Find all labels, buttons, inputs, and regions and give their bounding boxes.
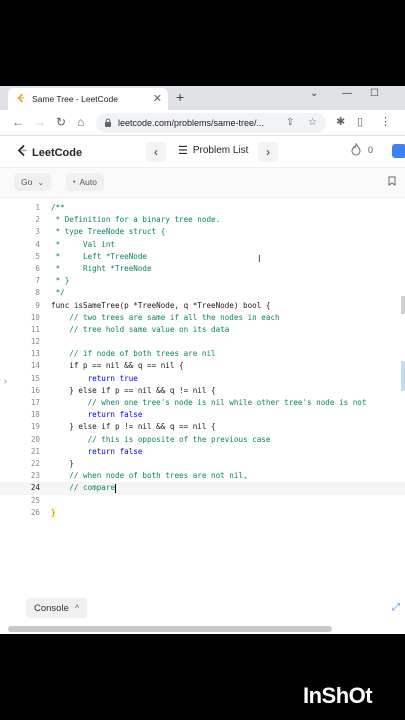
tab-strip: Same Tree - LeetCode ✕ + ⌄ — ☐ [0,86,405,110]
code-line: 15 return true [30,373,138,383]
text-cursor [115,483,117,493]
vertical-scrollbar[interactable] [401,296,405,314]
close-tab-icon[interactable]: ✕ [153,92,162,105]
prev-problem-button[interactable]: ‹ [146,142,166,162]
streak-count: 0 [368,145,374,155]
code-line: 13 // if node of both trees are nil [30,349,216,359]
code-editor[interactable]: 1/** 2 * Definition for a binary tree no… [0,202,405,519]
code-line: 26} [0,506,405,519]
code-line: 18 return false [30,410,143,420]
code-line: 7 * } [35,276,70,286]
browser-toolbar: ← → ↻ ⌂ leetcode.com/problems/same-tree/… [0,110,405,136]
code-line: 14 if p == nil && q == nil { [30,361,184,371]
dot-icon: • [73,178,76,186]
language-select[interactable]: Go ⌄ [14,173,52,191]
code-line: 21 return false [30,446,143,456]
code-line: 6 * Right *TreeNode [35,263,152,273]
code-line: 1/** [35,203,65,212]
ibeam-cursor-icon: I [258,254,261,265]
url-text: leetcode.com/problems/same-tree/... [118,118,265,128]
leetcode-favicon-icon [16,90,26,108]
code-line: 10 // two trees are same if all the node… [30,312,280,322]
chevron-down-icon[interactable]: ⌄ [310,88,318,99]
minimap-thumb[interactable] [401,361,405,391]
code-line-active: 24 // compare [0,482,405,495]
code-line: 2 * Definition for a binary tree node. [35,215,221,225]
chevron-down-icon: ⌄ [37,177,45,187]
share-icon[interactable]: ⇪ [286,117,294,128]
inshot-watermark: InShOt [303,683,373,708]
reload-icon[interactable]: ↻ [56,115,66,129]
minimize-icon[interactable]: — [342,88,352,99]
code-line: 19 } else if p != nil && q == nil { [30,422,216,432]
fire-icon[interactable] [350,142,362,159]
next-problem-button[interactable]: › [258,142,278,162]
language-value: Go [21,177,33,187]
code-line: 4 * Val int [35,239,116,249]
code-line: 12 [30,337,40,347]
horizontal-scrollbar[interactable] [8,626,332,632]
code-line: 8 */ [35,288,65,298]
code-line: 17 // when one tree's node is nil while … [30,398,367,407]
new-tab-icon[interactable]: + [176,89,184,105]
code-line: 20 // this is opposite of the previous c… [30,434,271,444]
leetcode-navbar: LeetCode ‹ ☰ Problem List › 0 [0,136,405,168]
editor-toolbar: Go ⌄ • Auto [0,168,405,198]
back-icon[interactable]: ← [12,115,24,129]
tab-title: Same Tree - LeetCode [32,94,118,104]
star-icon[interactable]: ☆ [308,117,317,128]
chevron-up-icon: ^ [74,603,80,613]
extensions-icon[interactable]: ✱ [336,115,345,128]
menu-icon[interactable]: ⋮ [380,115,391,128]
problem-list-label: Problem List [192,145,249,156]
console-button[interactable]: Console ^ [26,598,88,618]
browser-screen: Same Tree - LeetCode ✕ + ⌄ — ☐ ← → ↻ ⌂ l… [0,86,405,634]
code-line: 3 * type TreeNode struct { [35,227,166,237]
brand-name: LeetCode [32,147,83,159]
code-line: 9 func isSameTree(p *TreeNode, q *TreeNod… [35,300,271,310]
code-line: 23 // when node of both trees are not ni… [30,471,248,481]
leetcode-logo-icon [16,144,28,162]
home-icon[interactable]: ⌂ [77,115,84,129]
console-bar: Console ^ ⤢ [0,594,405,624]
code-line: 11 // tree hold same value on its data [30,324,230,334]
mode-value: Auto [79,177,97,187]
autocomplete-toggle[interactable]: • Auto [66,173,104,191]
lock-icon [104,114,112,132]
expand-panel-icon[interactable]: › [4,376,7,386]
address-bar[interactable]: leetcode.com/problems/same-tree/... ⇪ ☆ [96,113,326,133]
leetcode-logo[interactable]: LeetCode [16,144,82,162]
avatar[interactable] [392,144,405,158]
problem-list-button[interactable]: ☰ Problem List [178,144,248,157]
expand-icon[interactable]: ⤢ [392,602,400,613]
list-icon: ☰ [178,145,188,157]
maximize-icon[interactable]: ☐ [370,88,379,99]
code-line: 5 * Left *TreeNode [35,251,148,261]
browser-tab[interactable]: Same Tree - LeetCode ✕ [8,88,168,110]
bookmark-icon[interactable] [388,176,396,189]
code-line: 22 } [30,458,74,468]
code-line: 16 } else if p == nil && q != nil { [30,385,216,395]
code-line: 25 [30,495,40,505]
console-label: Console [34,602,69,614]
side-panel-icon[interactable]: ▯ [357,115,363,128]
forward-icon[interactable]: → [34,115,46,129]
